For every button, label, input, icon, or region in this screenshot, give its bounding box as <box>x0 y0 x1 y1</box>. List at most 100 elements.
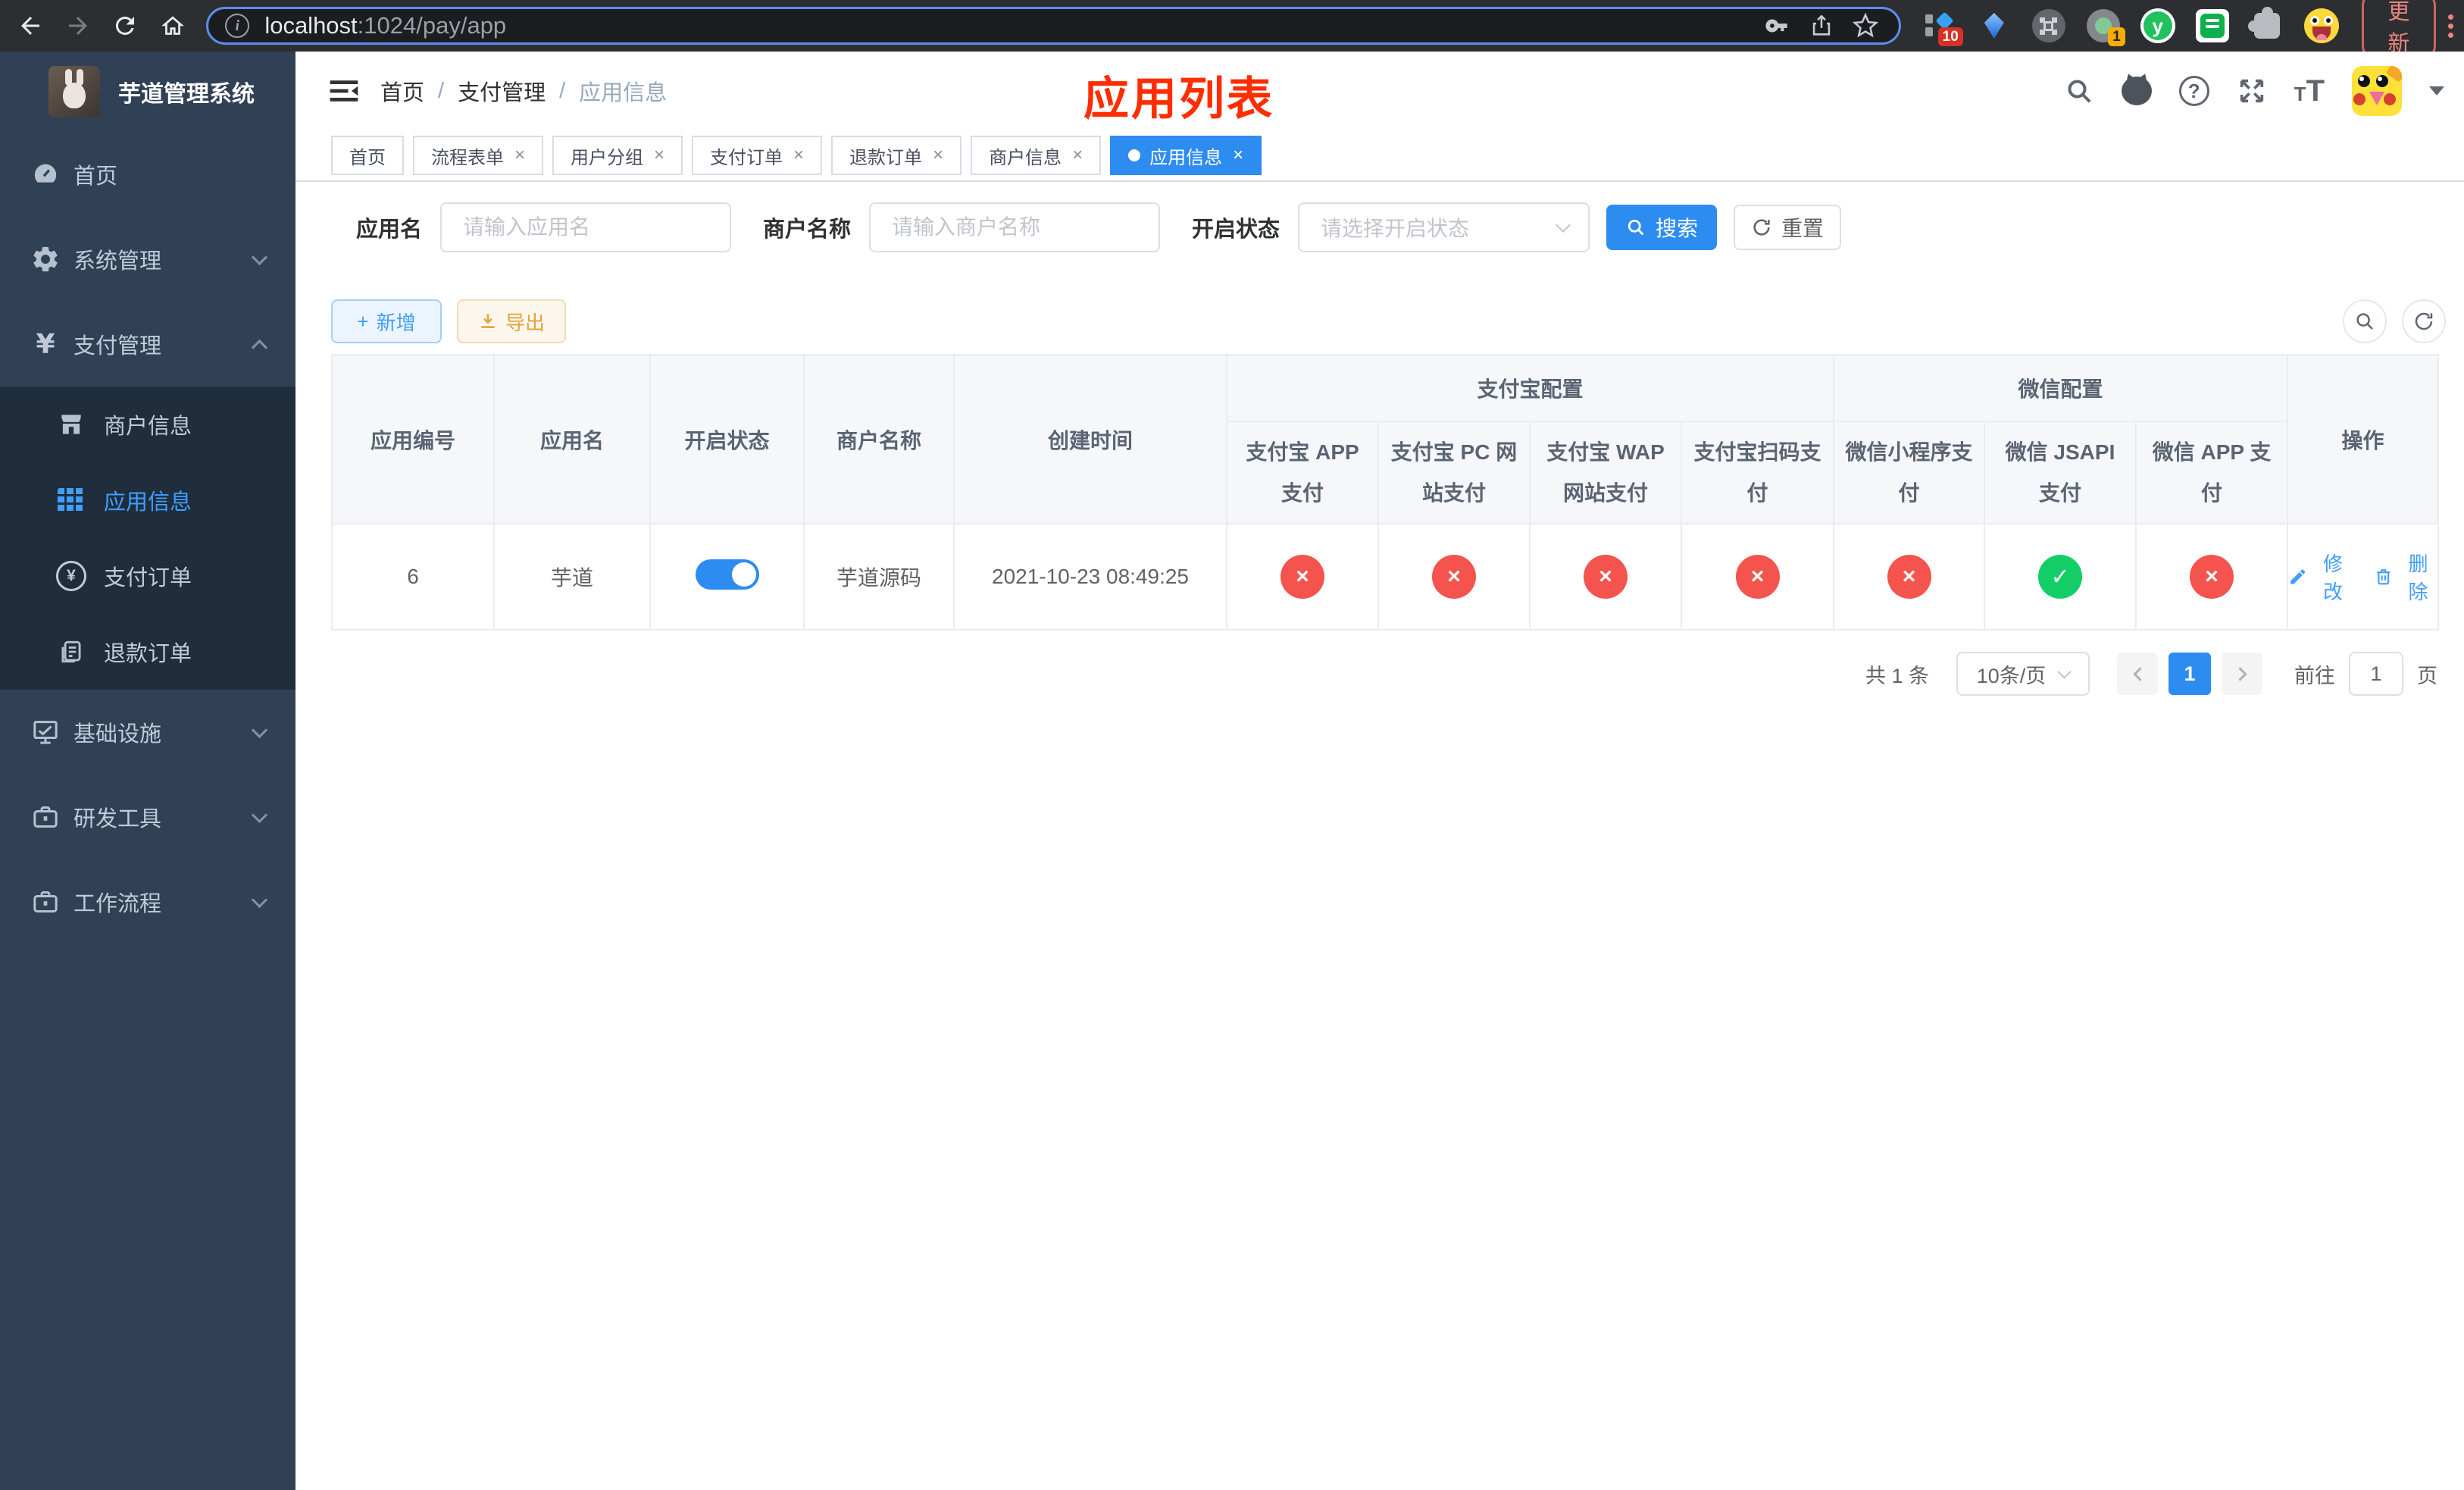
edit-link[interactable]: 修改 <box>2288 549 2353 605</box>
enabled-toggle[interactable] <box>695 559 759 590</box>
page-size-select[interactable]: 10条/页 <box>1956 652 2090 696</box>
monitor-chart-icon <box>29 715 62 749</box>
breadcrumb-payment[interactable]: 支付管理 <box>458 75 546 107</box>
status-select[interactable]: 请选择开启状态 <box>1298 202 1590 252</box>
profile-avatar-icon[interactable] <box>2303 8 2339 43</box>
tab-close-icon[interactable]: × <box>514 145 525 166</box>
sidebar-collapse-icon[interactable] <box>327 74 361 108</box>
extension-recorder-icon[interactable]: 1 <box>2086 8 2125 46</box>
cell-app-name: 芋道 <box>493 523 651 631</box>
tab-label: 退款订单 <box>849 147 923 168</box>
status-select-placeholder: 请选择开启状态 <box>1321 217 1470 240</box>
share-icon[interactable] <box>1805 9 1838 42</box>
col-app-name: 应用名 <box>493 354 651 524</box>
site-info-icon[interactable]: i <box>225 14 250 38</box>
cell-created: 2021-10-23 08:49:25 <box>953 523 1227 631</box>
font-size-icon[interactable]: TT <box>2294 74 2325 108</box>
sidebar-item-label: 退款订单 <box>104 642 192 666</box>
cell-alipay-pc: × <box>1377 523 1531 631</box>
extension-chat-icon[interactable] <box>2195 8 2230 43</box>
app-name-input[interactable] <box>440 202 732 252</box>
app-logo-row[interactable]: 芋道管理系统 <box>0 52 295 132</box>
tab-label: 首页 <box>349 147 386 168</box>
url-text[interactable]: localhost:1024/pay/app <box>264 12 1750 39</box>
tab-merchant-info[interactable]: 商户信息 × <box>971 136 1102 175</box>
bookmark-star-icon[interactable] <box>1849 9 1882 42</box>
user-menu-caret-icon[interactable] <box>2429 86 2444 95</box>
tab-pay-orders[interactable]: 支付订单 × <box>692 136 823 175</box>
help-icon[interactable]: ? <box>2178 76 2209 106</box>
sidebar-item-refund-orders[interactable]: 退款订单 <box>0 614 295 690</box>
github-icon[interactable] <box>2121 77 2152 105</box>
page-unit-label: 页 <box>2417 664 2437 687</box>
tab-app-info[interactable]: 应用信息 × <box>1110 136 1262 175</box>
group-wechat-config: 微信配置 <box>1833 354 2289 422</box>
tab-process-form[interactable]: 流程表单 × <box>413 136 544 175</box>
sidebar-item-system[interactable]: 系统管理 <box>0 217 295 302</box>
next-page-button[interactable] <box>2222 653 2262 695</box>
sidebar-item-payment[interactable]: ¥ 支付管理 <box>0 302 295 387</box>
tab-close-icon[interactable]: × <box>654 145 664 166</box>
plus-icon: + <box>357 309 369 333</box>
col-actions: 操作 <box>2287 354 2440 524</box>
cross-icon: × <box>1735 555 1780 599</box>
merchant-name-input[interactable] <box>869 202 1161 252</box>
prev-page-button[interactable] <box>2117 653 2158 695</box>
breadcrumb-separator: / <box>559 78 566 103</box>
url-bar[interactable]: i localhost:1024/pay/app <box>206 7 1901 45</box>
cell-app-id: 6 <box>331 523 495 631</box>
refresh-table-button[interactable] <box>2402 299 2446 343</box>
extension-row: 10 1 y <box>1922 7 2339 46</box>
payment-submenu: 商户信息 应用信息 ¥ 支付订单 退款订单 <box>0 387 295 690</box>
user-avatar[interactable] <box>2352 66 2402 116</box>
extension-kite-icon[interactable] <box>1977 8 2012 43</box>
col-alipay-wap: 支付宝 WAP 网站支付 <box>1529 421 1682 524</box>
header-search-icon[interactable] <box>2064 76 2094 106</box>
browser-forward-icon[interactable] <box>61 8 95 43</box>
goto-label: 前往 <box>2294 664 2335 687</box>
extensions-puzzle-icon[interactable] <box>2247 7 2284 43</box>
table-row: 6 芋道 芋道源码 2021-10-23 08:49:25 × × × × × … <box>331 523 2440 631</box>
sidebar-item-workflow[interactable]: 工作流程 <box>0 859 295 944</box>
col-wechat-lite: 微信小程序支付 <box>1833 421 1986 524</box>
delete-link[interactable]: 删除 <box>2374 549 2438 605</box>
export-button[interactable]: 导出 <box>457 299 566 343</box>
reset-button[interactable]: 重置 <box>1734 205 1842 250</box>
breadcrumb-home[interactable]: 首页 <box>380 75 424 107</box>
browser-back-icon[interactable] <box>14 8 48 43</box>
sidebar-item-home[interactable]: 首页 <box>0 132 295 217</box>
extension-badge: 10 <box>1937 27 1963 46</box>
tab-label: 支付订单 <box>710 147 783 168</box>
toggle-search-button[interactable] <box>2343 299 2387 343</box>
sidebar-item-infrastructure[interactable]: 基础设施 <box>0 690 295 775</box>
search-form: 应用名 商户名称 开启状态 请选择开启状态 搜索 重置 <box>356 202 1842 252</box>
search-button[interactable]: 搜索 <box>1606 205 1718 250</box>
breadcrumb-separator: / <box>438 78 445 103</box>
password-key-icon[interactable] <box>1761 9 1794 42</box>
tab-user-group[interactable]: 用户分组 × <box>552 136 683 175</box>
page-number-1[interactable]: 1 <box>2169 653 2211 695</box>
dashboard-gauge-icon <box>29 158 62 191</box>
fullscreen-icon[interactable] <box>2237 76 2267 106</box>
sidebar-item-app-info[interactable]: 应用信息 <box>0 462 295 538</box>
extension-command-icon[interactable] <box>2031 8 2066 43</box>
tab-close-icon[interactable]: × <box>933 145 943 166</box>
add-button[interactable]: + 新增 <box>331 299 442 343</box>
sidebar-item-dev-tools[interactable]: 研发工具 <box>0 775 295 859</box>
browser-menu-icon[interactable] <box>2448 14 2453 38</box>
browser-reload-icon[interactable] <box>108 8 142 43</box>
col-alipay-app: 支付宝 APP 支付 <box>1226 421 1379 524</box>
browser-home-icon[interactable] <box>156 8 190 43</box>
tab-home[interactable]: 首页 <box>331 136 404 175</box>
cell-wechat-jsapi: ✓ <box>1984 523 2137 631</box>
sidebar-item-pay-orders[interactable]: ¥ 支付订单 <box>0 538 295 614</box>
tab-close-icon[interactable]: × <box>793 145 804 166</box>
tab-close-icon[interactable]: × <box>1233 145 1243 166</box>
tab-refund-orders[interactable]: 退款订单 × <box>831 136 962 175</box>
tab-close-icon[interactable]: × <box>1072 145 1083 166</box>
cross-icon: × <box>1887 555 1931 599</box>
goto-page-input[interactable] <box>2349 652 2403 696</box>
extension-y-icon[interactable]: y <box>2140 8 2175 43</box>
sidebar-item-merchant-info[interactable]: 商户信息 <box>0 387 295 462</box>
extension-docs-icon[interactable]: 10 <box>1922 8 1963 46</box>
